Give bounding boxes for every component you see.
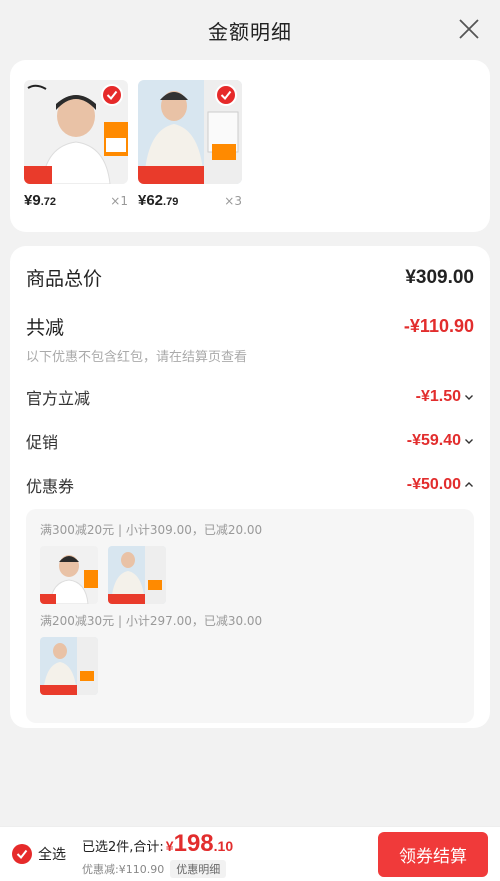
official-discount-label: 官方立减: [26, 389, 91, 408]
header: 金额明细: [0, 0, 500, 60]
select-all-toggle[interactable]: 全选: [12, 844, 66, 864]
coupon-rule: 满300减20元 | 小计309.00，已减20.00: [40, 523, 263, 537]
selected-count-text: 已选2件,合计:: [82, 840, 164, 855]
product-item[interactable]: ¥62.79 ×3: [138, 80, 242, 212]
total-label: 商品总价: [26, 268, 103, 290]
coupon-row[interactable]: 优惠券 -¥50.00: [26, 473, 474, 497]
discount-summary: 优惠减:¥110.90: [82, 863, 165, 876]
chevron-down-icon: [465, 439, 473, 444]
product-price: ¥62.79: [138, 192, 179, 209]
order-totals: 已选2件,合计: ¥198.10 优惠减:¥110.90 优惠明细: [82, 830, 233, 878]
total-value: ¥309.00: [405, 266, 474, 288]
product-price: ¥9.72: [24, 192, 56, 209]
check-circle-icon[interactable]: [12, 844, 32, 864]
product-thumbnail: [40, 637, 98, 695]
chevron-down-icon: [465, 395, 473, 400]
product-list: ¥9.72 ×1 ¥62.79 ×3: [10, 60, 490, 232]
coupon-value[interactable]: -¥50.00: [407, 476, 474, 494]
promotion-row[interactable]: 促销 -¥59.40: [26, 429, 474, 453]
product-qty: ×1: [110, 194, 128, 208]
product-item[interactable]: ¥9.72 ×1: [24, 80, 128, 212]
discount-value: -¥110.90: [403, 316, 474, 336]
promotion-value[interactable]: -¥59.40: [407, 432, 474, 450]
product-image: [138, 80, 242, 184]
close-icon[interactable]: [458, 18, 480, 40]
official-discount-row[interactable]: 官方立减 -¥1.50: [26, 385, 474, 409]
selected-check-icon[interactable]: [101, 84, 123, 106]
product-thumbnail: [108, 546, 166, 604]
coupon-rule: 满200减30元 | 小计297.00，已减30.00: [40, 614, 263, 628]
selected-check-icon[interactable]: [215, 84, 237, 106]
price-summary: 商品总价 ¥309.00 共减 -¥110.90 以下优惠不包含红包，请在结算页…: [10, 246, 490, 728]
promotion-label: 促销: [26, 433, 59, 452]
product-image: [24, 80, 128, 184]
checkout-button[interactable]: 领券结算: [378, 831, 488, 877]
bottom-bar: 全选 已选2件,合计: ¥198.10 优惠减:¥110.90 优惠明细 领券结…: [0, 826, 500, 881]
coupon-label: 优惠券: [26, 477, 75, 496]
product-thumbnail: [40, 546, 98, 604]
order-total: ¥198.10: [165, 830, 234, 857]
chevron-up-icon: [465, 482, 473, 487]
discount-label: 共减: [26, 317, 65, 339]
discount-detail-button[interactable]: 优惠明细: [170, 860, 227, 878]
coupon-detail-box: 满300减20元 | 小计309.00，已减20.00 满200减30元 | 小…: [26, 509, 474, 723]
page-title: 金额明细: [208, 19, 292, 44]
select-all-label: 全选: [38, 847, 66, 863]
discount-note: 以下优惠不包含红包，请在结算页查看: [26, 350, 248, 365]
official-discount-value[interactable]: -¥1.50: [416, 388, 474, 406]
product-qty: ×3: [224, 194, 242, 208]
